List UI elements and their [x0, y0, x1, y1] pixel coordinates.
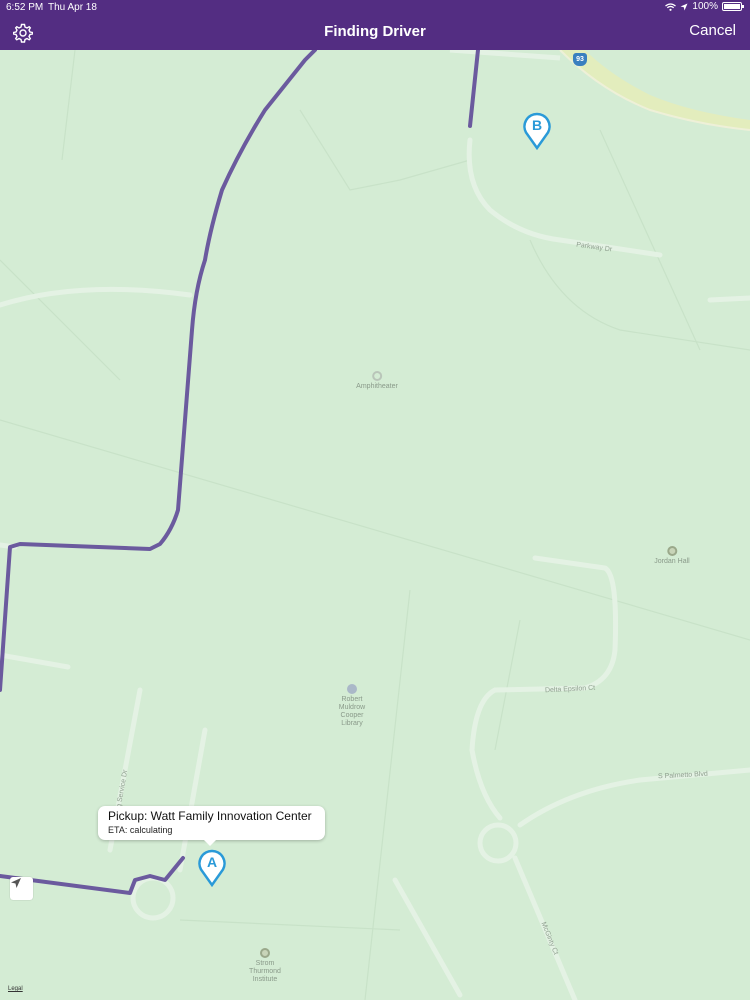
- status-indicators: 100%: [665, 1, 744, 12]
- location-arrow-icon: [680, 3, 688, 10]
- poi-label: Robert Muldrow Cooper Library: [338, 696, 366, 727]
- callout-eta: ETA: calculating: [108, 825, 173, 835]
- locate-me-button[interactable]: [10, 877, 33, 900]
- pickup-pin-letter: A: [206, 854, 218, 870]
- building-icon: [260, 948, 270, 958]
- location-arrow-icon: [11, 878, 21, 888]
- dropoff-pin[interactable]: B: [522, 112, 552, 150]
- status-time: 6:52 PM: [6, 2, 44, 13]
- status-date: Thu Apr 18: [48, 2, 97, 13]
- callout-title: Pickup: Watt Family Innovation Center: [108, 809, 312, 823]
- building-icon: [666, 546, 677, 556]
- status-bar: 6:52 PM Thu Apr 18 100%: [0, 0, 750, 14]
- poi-label: Amphitheater: [356, 383, 398, 390]
- battery-percent: 100%: [692, 1, 718, 12]
- poi-library[interactable]: Robert Muldrow Cooper Library: [332, 684, 372, 728]
- poi-label: Jordan Hall: [654, 558, 690, 565]
- map-view[interactable]: 93 Parkway Dr Delta Epsilon Ct S Palmett…: [0, 50, 750, 1000]
- wifi-icon: [665, 2, 677, 11]
- pickup-pin[interactable]: A: [197, 849, 227, 887]
- poi-strom-thurmond[interactable]: Strom Thurmond Institute: [243, 948, 287, 984]
- page-title: Finding Driver: [324, 23, 426, 40]
- cancel-button[interactable]: Cancel: [689, 22, 736, 39]
- legal-link[interactable]: Legal: [8, 986, 23, 992]
- poi-jordan-hall[interactable]: Jordan Hall: [654, 546, 690, 566]
- dropoff-pin-letter: B: [531, 117, 543, 133]
- app-header: 6:52 PM Thu Apr 18 100% Finding Driver C…: [0, 0, 750, 50]
- poi-amphitheater[interactable]: Amphitheater: [356, 371, 398, 391]
- battery-icon: [722, 2, 744, 11]
- library-icon: [347, 684, 357, 694]
- poi-label: Strom Thurmond Institute: [249, 960, 281, 983]
- pickup-callout[interactable]: Pickup: Watt Family Innovation Center ET…: [98, 806, 325, 846]
- theater-icon: [371, 371, 382, 381]
- map-roads: [0, 50, 750, 1000]
- route-shield: 93: [573, 53, 587, 66]
